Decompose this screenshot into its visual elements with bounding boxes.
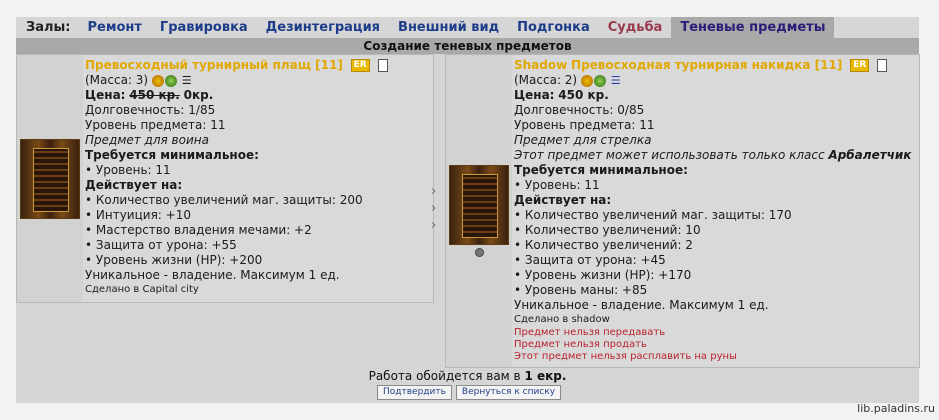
main-window: Залы: Ремонт Гравировка Дезинтеграция Вн… xyxy=(16,17,920,403)
right-effect: • Количество увеличений: 2 xyxy=(514,238,693,252)
right-mass: (Масса: 2) xyxy=(514,73,578,87)
left-made-in: Сделано в Capital city xyxy=(85,284,199,295)
right-req-title: Требуется минимальное: xyxy=(514,163,688,177)
tab-disintegration[interactable]: Дезинтеграция xyxy=(257,17,389,38)
right-price: 450 кр. xyxy=(558,88,609,102)
left-price-label: Цена: xyxy=(85,88,126,102)
left-req-title: Требуется минимальное: xyxy=(85,148,259,162)
right-unique: Уникальное - владение. Максимум 1 ед. xyxy=(514,298,769,312)
er-badge: ER xyxy=(850,59,870,72)
scale-icon: ☰ xyxy=(610,74,621,87)
select-radio[interactable] xyxy=(475,248,484,257)
action-buttons: Подтвердить Вернуться к списку xyxy=(377,385,562,400)
tab-fate[interactable]: Судьба xyxy=(599,17,672,38)
right-image-cell xyxy=(446,55,512,367)
left-level: Уровень предмета: 11 xyxy=(85,118,226,132)
left-effect: • Уровень жизни (HP): +200 xyxy=(85,253,263,267)
left-effect: • Интуиция: +10 xyxy=(85,208,191,222)
cost-value: 1 екр. xyxy=(524,369,567,383)
er-badge: ER xyxy=(350,59,370,72)
right-class-note: Предмет для стрелка xyxy=(514,133,652,147)
cost-line: Работа обойдется вам в 1 екр. xyxy=(16,369,919,383)
right-item-panel: Shadow Превосходная турнирная накидка [1… xyxy=(445,54,920,368)
tab-repair[interactable]: Ремонт xyxy=(78,17,150,38)
left-unique: Уникальное - владение. Максимум 1 ед. xyxy=(85,268,340,282)
site-watermark: lib.paladins.ru xyxy=(857,402,935,415)
left-item-info: Превосходный турнирный плащ [11] ER (Мас… xyxy=(85,58,430,297)
right-effect: • Количество увеличений маг. защиты: 170 xyxy=(514,208,792,222)
shield-icon xyxy=(580,74,593,87)
right-effect: • Уровень жизни (HP): +170 xyxy=(514,268,692,282)
back-to-list-button[interactable]: Вернуться к списку xyxy=(455,385,562,400)
restriction-text: Этот предмет нельзя расплавить на руны xyxy=(514,351,737,362)
page-title: Создание теневых предметов xyxy=(16,38,919,54)
left-effect: • Мастерство владения мечами: +2 xyxy=(85,223,312,237)
rune-icon xyxy=(164,74,177,87)
left-mass: (Масса: 3) xyxy=(85,73,149,87)
tab-fitting[interactable]: Подгонка xyxy=(508,17,599,38)
left-class-note: Предмет для воина xyxy=(85,133,209,147)
cost-text: Работа обойдется вам в xyxy=(368,369,521,383)
restriction-text: Предмет нельзя продать xyxy=(514,339,647,350)
right-class-name: Арбалетчик xyxy=(828,148,912,162)
left-durability: Долговечность: 1/85 xyxy=(85,103,216,117)
tab-appearance[interactable]: Внешний вид xyxy=(389,17,508,38)
right-effect: • Количество увеличений: 10 xyxy=(514,223,701,237)
right-item-info: Shadow Превосходная турнирная накидка [1… xyxy=(514,58,916,363)
right-price-label: Цена: xyxy=(514,88,555,102)
halls-nav: Залы: Ремонт Гравировка Дезинтеграция Вн… xyxy=(16,17,919,38)
cape-image[interactable] xyxy=(449,165,509,245)
halls-label: Залы: xyxy=(26,20,71,35)
right-level: Уровень предмета: 11 xyxy=(514,118,655,132)
right-durability: Долговечность: 0/85 xyxy=(514,103,645,117)
right-effect: • Уровень маны: +85 xyxy=(514,283,648,297)
shield-icon xyxy=(151,74,164,87)
left-effect: • Защита от урона: +55 xyxy=(85,238,237,252)
left-price-new: 0кр. xyxy=(183,88,214,102)
document-icon[interactable] xyxy=(377,59,388,72)
left-item-name[interactable]: Превосходный турнирный плащ [11] xyxy=(85,58,343,72)
transform-arrows: › › › xyxy=(431,184,437,233)
right-acts-title: Действует на: xyxy=(514,193,612,207)
tab-shadow-items[interactable]: Теневые предметы xyxy=(671,17,835,38)
rune-icon xyxy=(593,74,606,87)
right-made-in: Сделано в shadow xyxy=(514,314,610,325)
cloak-image[interactable] xyxy=(20,139,80,219)
scale-icon: ☰ xyxy=(181,74,192,87)
document-icon[interactable] xyxy=(877,59,888,72)
left-acts-title: Действует на: xyxy=(85,178,183,192)
left-req-level: • Уровень: 11 xyxy=(85,163,171,177)
tab-engraving[interactable]: Гравировка xyxy=(151,17,257,38)
left-item-panel: Превосходный турнирный плащ [11] ER (Мас… xyxy=(16,54,434,303)
left-price-old: 450 кр. xyxy=(129,88,180,102)
restriction-text: Предмет нельзя передавать xyxy=(514,327,666,338)
right-item-name[interactable]: Превосходная турнирная накидка [11] xyxy=(571,58,842,72)
right-effect: • Защита от урона: +45 xyxy=(514,253,666,267)
left-effect: • Количество увеличений маг. защиты: 200 xyxy=(85,193,363,207)
right-item-name-prefix[interactable]: Shadow xyxy=(514,58,567,72)
right-class-only: Этот предмет может использовать только к… xyxy=(514,148,825,162)
confirm-button[interactable]: Подтвердить xyxy=(377,385,452,400)
right-req-level: • Уровень: 11 xyxy=(514,178,600,192)
left-image-cell xyxy=(17,55,83,302)
